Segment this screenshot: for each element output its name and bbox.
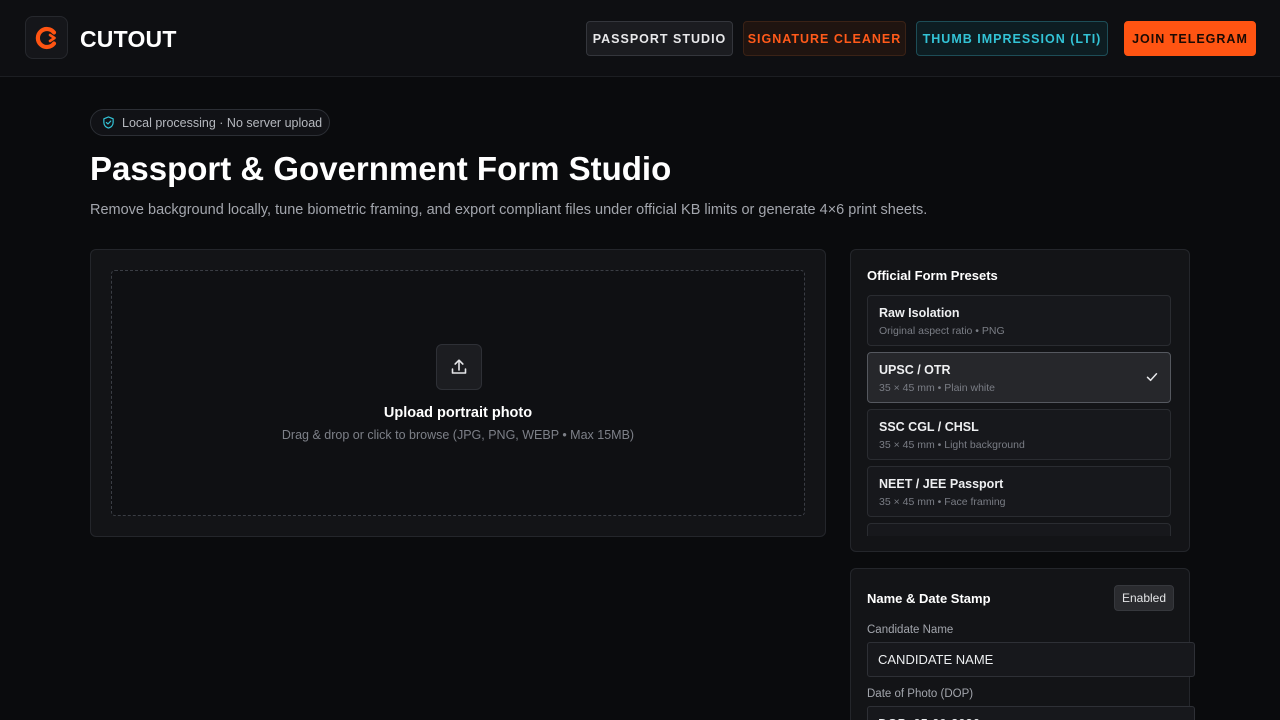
top-bar: CUTOUT PASSPORT STUDIO SIGNATURE CLEANER… xyxy=(0,0,1280,77)
nav-signature-cleaner-button[interactable]: SIGNATURE CLEANER xyxy=(743,21,906,56)
page-title: Passport & Government Form Studio xyxy=(90,150,672,187)
badge-text: Local processing · No server upload xyxy=(122,115,323,130)
preset-name: SSC CGL / CHSL xyxy=(879,420,979,434)
page-subtitle: Remove background locally, tune biometri… xyxy=(90,202,928,218)
preset-neet-jee-passport[interactable]: NEET / JEE Passport 35 × 45 mm • Face fr… xyxy=(867,466,1171,517)
preset-raw-isolation[interactable]: Raw Isolation Original aspect ratio • PN… xyxy=(867,295,1171,346)
preset-name: Raw Isolation xyxy=(879,306,960,320)
preset-name: NEET / JEE Passport xyxy=(879,477,1004,491)
stamp-enabled-toggle[interactable]: Enabled xyxy=(1114,585,1174,611)
photo-dropzone[interactable]: Upload portrait photo Drag & drop or cli… xyxy=(111,270,805,516)
presets-heading: Official Form Presets xyxy=(867,268,998,283)
preset-ssc-cgl-chsl[interactable]: SSC CGL / CHSL 35 × 45 mm • Light backgr… xyxy=(867,409,1171,460)
candidate-name-input[interactable] xyxy=(867,642,1195,677)
shield-check-icon xyxy=(102,116,115,129)
nav-thumb-impression-button[interactable]: THUMB IMPRESSION (LTI) xyxy=(916,21,1108,56)
candidate-name-label: Candidate Name xyxy=(867,624,954,636)
date-of-photo-input[interactable] xyxy=(867,706,1195,720)
preset-upsc-otr[interactable]: UPSC / OTR 35 × 45 mm • Plain white xyxy=(867,352,1171,403)
upload-button[interactable] xyxy=(436,344,482,390)
date-of-photo-label: Date of Photo (DOP) xyxy=(867,688,974,700)
preset-list[interactable]: Raw Isolation Original aspect ratio • PN… xyxy=(867,295,1172,536)
local-processing-badge: Local processing · No server upload xyxy=(90,109,330,136)
preset-description: 35 × 45 mm • Light background xyxy=(879,439,1025,451)
join-telegram-button[interactable]: JOIN TELEGRAM xyxy=(1124,21,1256,56)
nav-passport-studio-button[interactable]: PASSPORT STUDIO xyxy=(586,21,733,56)
upload-hint: Drag & drop or click to browse (JPG, PNG… xyxy=(281,428,635,442)
checkmark-icon xyxy=(1145,370,1159,384)
upload-title: Upload portrait photo xyxy=(383,405,533,421)
presets-panel: Official Form Presets Raw Isolation Orig… xyxy=(850,249,1190,552)
brand-name[interactable]: CUTOUT xyxy=(80,26,177,53)
name-date-stamp-panel: Name & Date Stamp Enabled Candidate Name… xyxy=(850,568,1195,720)
upload-panel: Upload portrait photo Drag & drop or cli… xyxy=(90,249,826,537)
preset-partial[interactable] xyxy=(867,523,1171,536)
preset-description: Original aspect ratio • PNG xyxy=(879,325,1005,337)
cutout-logo-icon xyxy=(35,26,56,49)
preset-description: 35 × 45 mm • Face framing xyxy=(879,496,1006,508)
stamp-heading: Name & Date Stamp xyxy=(867,591,991,606)
preset-description: 35 × 45 mm • Plain white xyxy=(879,382,996,394)
logo[interactable] xyxy=(25,16,68,59)
preset-name: UPSC / OTR xyxy=(879,363,951,377)
upload-icon xyxy=(451,359,467,374)
